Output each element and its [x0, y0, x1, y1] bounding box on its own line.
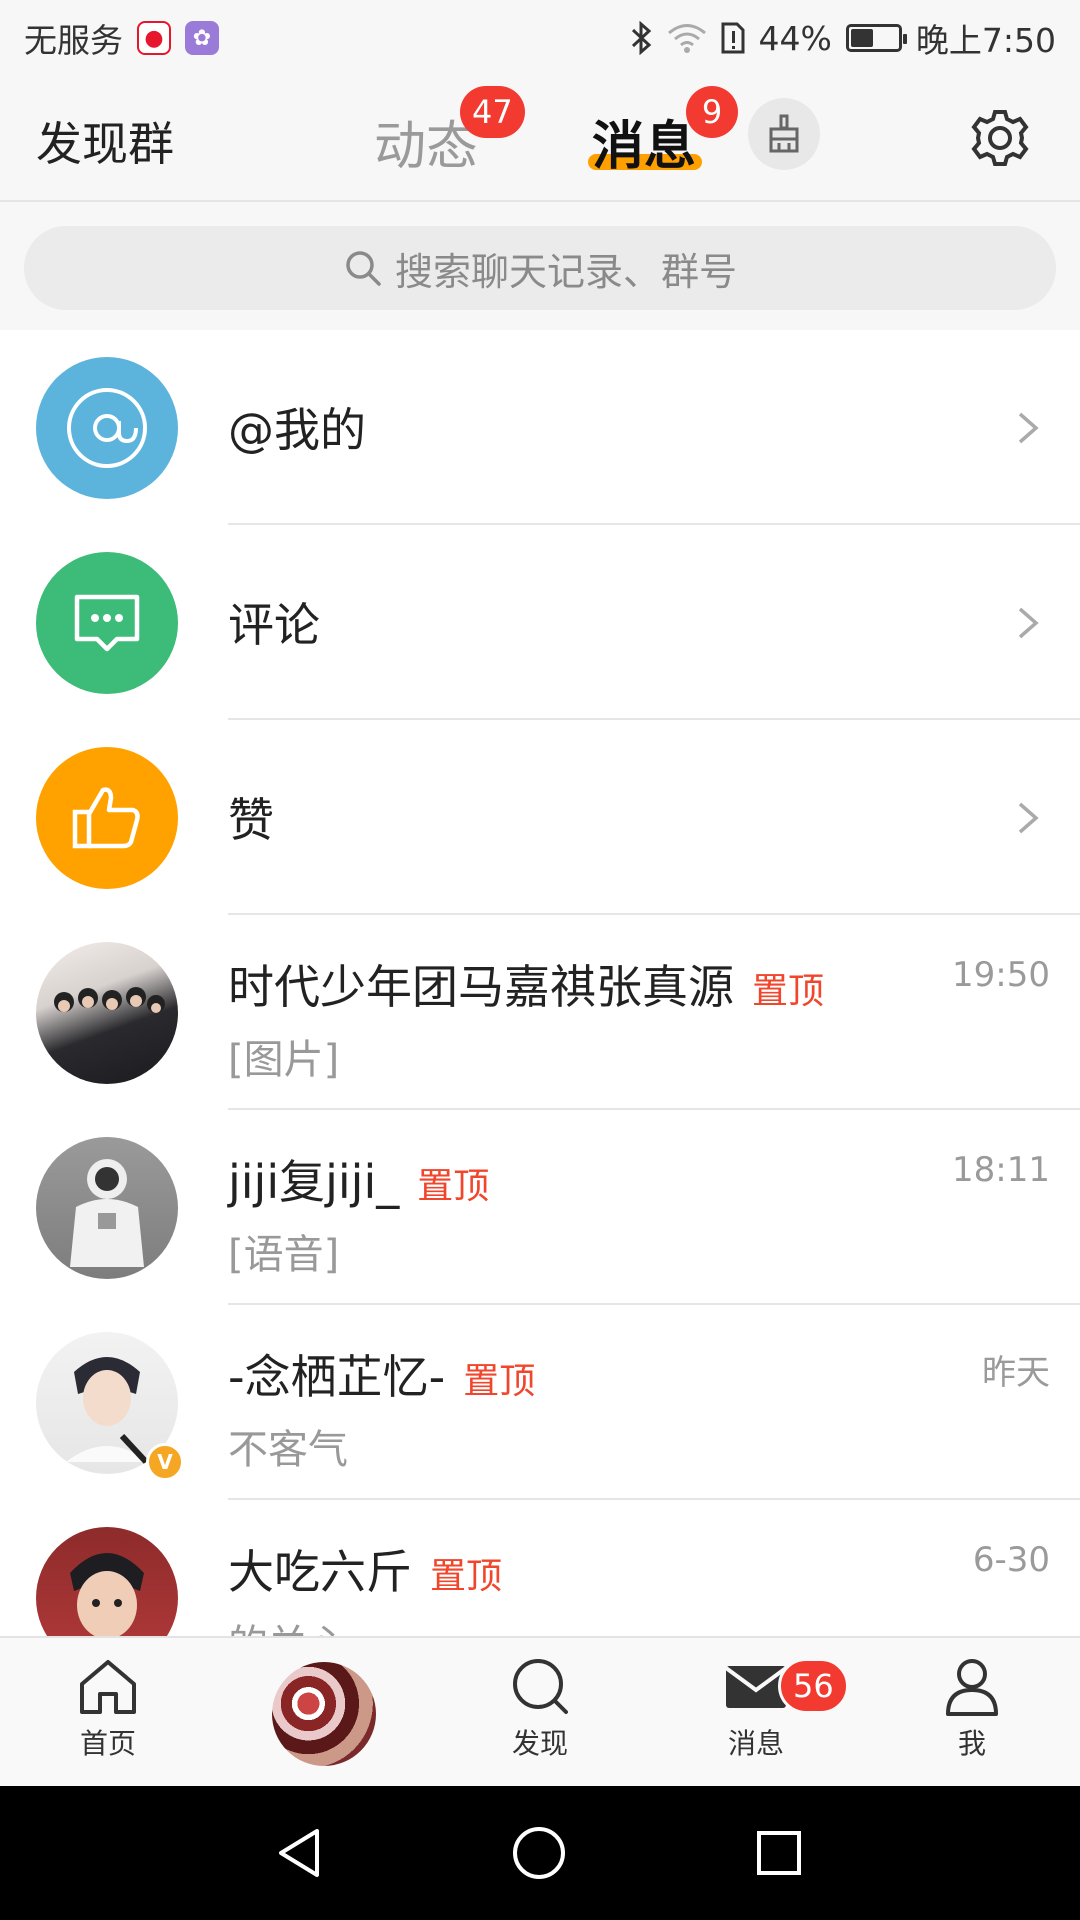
chat-time: 昨天 — [982, 1353, 1050, 1393]
likes-avatar — [36, 747, 178, 889]
search-icon — [513, 1659, 568, 1714]
broom-icon — [769, 114, 799, 153]
top-nav: 发现群 动态 47 消息 9 — [0, 76, 1080, 202]
chat-avatar — [36, 1527, 178, 1636]
chat-item[interactable]: V -念栖芷忆- 置顶 昨天 不客气 — [0, 1305, 1080, 1500]
astronaut-photo-icon — [70, 1159, 144, 1267]
pinned-tag: 置顶 — [752, 971, 825, 1012]
settings-button[interactable] — [964, 102, 1036, 174]
home-icon — [80, 1660, 136, 1714]
chat-name-row: -念栖芷忆- 置顶 — [228, 1341, 535, 1407]
comments-avatar — [36, 552, 178, 694]
wifi-icon — [667, 24, 706, 53]
chat-item[interactable]: jiji复jiji_ 置顶 18:11 [语音] — [0, 1110, 1080, 1305]
category-mentions[interactable]: @我的 — [0, 330, 1080, 525]
recents-button[interactable] — [746, 1820, 812, 1886]
system-nav-bar — [0, 1786, 1080, 1920]
chevron-right-icon — [1010, 800, 1046, 836]
home-circle-icon — [513, 1827, 565, 1879]
comment-icon — [74, 594, 140, 652]
chat-preview: [图片] — [228, 1037, 340, 1083]
chat-name-row: 大吃六斤 置顶 — [228, 1536, 502, 1602]
nav-me[interactable]: 我 — [902, 1656, 1042, 1762]
nav-home-label: 首页 — [79, 1727, 136, 1760]
chat-name: 时代少年团马嘉祺张真源 — [228, 960, 734, 1014]
chat-avatar — [36, 1137, 178, 1279]
chat-name-row: jiji复jiji_ 置顶 — [228, 1146, 489, 1212]
nav-me-label: 我 — [957, 1727, 986, 1760]
category-title: 赞 — [228, 793, 274, 847]
pinned-tag: 置顶 — [430, 1556, 503, 1597]
chat-avatar — [36, 942, 178, 1084]
status-right: 44% 晚上7:50 — [629, 14, 1056, 62]
group-photo-icon — [54, 987, 165, 1013]
bluetooth-icon — [631, 21, 651, 55]
tab-xiaoxi-badge: 9 — [686, 86, 738, 138]
chat-time: 18:11 — [952, 1150, 1050, 1190]
bottom-nav: 首页 发现 消息 56 我 — [0, 1636, 1080, 1786]
category-likes[interactable]: 赞 — [0, 720, 1080, 915]
pinned-tag: 置顶 — [463, 1361, 536, 1402]
search-placeholder: 搜索聊天记录、群号 — [394, 249, 737, 294]
chat-time: 6-30 — [972, 1540, 1050, 1580]
chat-item[interactable]: 时代少年团马嘉祺张真源 置顶 19:50 [图片] — [0, 915, 1080, 1110]
chat-preview: 不客气 — [228, 1427, 348, 1473]
tab-xiaoxi-label: 消息 — [592, 117, 697, 177]
discover-groups-button[interactable]: 发现群 — [36, 108, 174, 174]
search-icon — [346, 251, 381, 286]
back-button[interactable] — [266, 1820, 332, 1886]
clear-unread-button[interactable] — [748, 98, 820, 170]
recents-square-icon — [757, 1831, 801, 1875]
category-comments[interactable]: 评论 — [0, 525, 1080, 720]
chevron-right-icon — [1010, 605, 1046, 641]
mentions-avatar — [36, 357, 178, 499]
chevron-right-icon — [1010, 410, 1046, 446]
chat-name: jiji复jiji_ — [228, 1155, 400, 1209]
tab-xiaoxi[interactable]: 消息 — [592, 104, 696, 179]
battery-percent: 44% — [758, 18, 832, 58]
chat-item[interactable]: 大吃六斤 置顶 6-30 的关心 — [0, 1500, 1080, 1636]
home-system-button[interactable] — [506, 1820, 572, 1886]
child-photo-icon — [70, 1553, 144, 1636]
chat-name: 大吃六斤 — [228, 1545, 412, 1599]
nav-discover-label: 发现 — [511, 1727, 568, 1760]
chat-name-row: 时代少年团马嘉祺张真源 置顶 — [228, 951, 824, 1017]
search-input[interactable]: 搜索聊天记录、群号 — [24, 226, 1056, 310]
nav-discover[interactable]: 发现 — [470, 1656, 610, 1762]
back-triangle-icon — [279, 1829, 319, 1877]
category-title: 评论 — [228, 598, 320, 652]
person-icon — [946, 1659, 998, 1716]
chat-preview: 的关心 — [228, 1612, 348, 1636]
gear-icon — [971, 110, 1029, 166]
sim-alert-icon — [721, 22, 745, 54]
battery-icon — [845, 24, 907, 52]
carrier-text: 无服务 — [24, 21, 123, 60]
nav-center-avatar[interactable] — [272, 1662, 376, 1766]
tab-dongtai-badge: 47 — [460, 86, 525, 138]
nav-home[interactable]: 首页 — [38, 1656, 178, 1762]
chat-name: -念栖芷忆- — [228, 1350, 446, 1404]
pinned-tag: 置顶 — [417, 1166, 490, 1207]
nav-messages-label: 消息 — [727, 1727, 784, 1760]
at-icon — [67, 388, 147, 468]
thumbs-up-icon — [72, 787, 140, 849]
status-left: 无服务 ● ✿ — [24, 14, 219, 62]
status-bar: 无服务 ● ✿ 44% 晚上7:50 — [0, 0, 1080, 76]
message-list: @我的 评论 赞 时代少年团马嘉祺张真源 置顶 19:50 [图片] jiji复… — [0, 330, 1080, 1636]
weibo-icon: ● — [137, 21, 171, 55]
chat-preview: [语音] — [228, 1232, 340, 1278]
category-title: @我的 — [228, 403, 366, 457]
chat-time: 19:50 — [952, 955, 1050, 995]
messages-badge: 56 — [778, 1658, 849, 1714]
clock: 晚上7:50 — [915, 21, 1056, 60]
tab-dongtai-label: 动态 — [374, 117, 479, 177]
app-notification-icon: ✿ — [185, 21, 219, 55]
verified-badge-icon: V — [146, 1443, 184, 1481]
